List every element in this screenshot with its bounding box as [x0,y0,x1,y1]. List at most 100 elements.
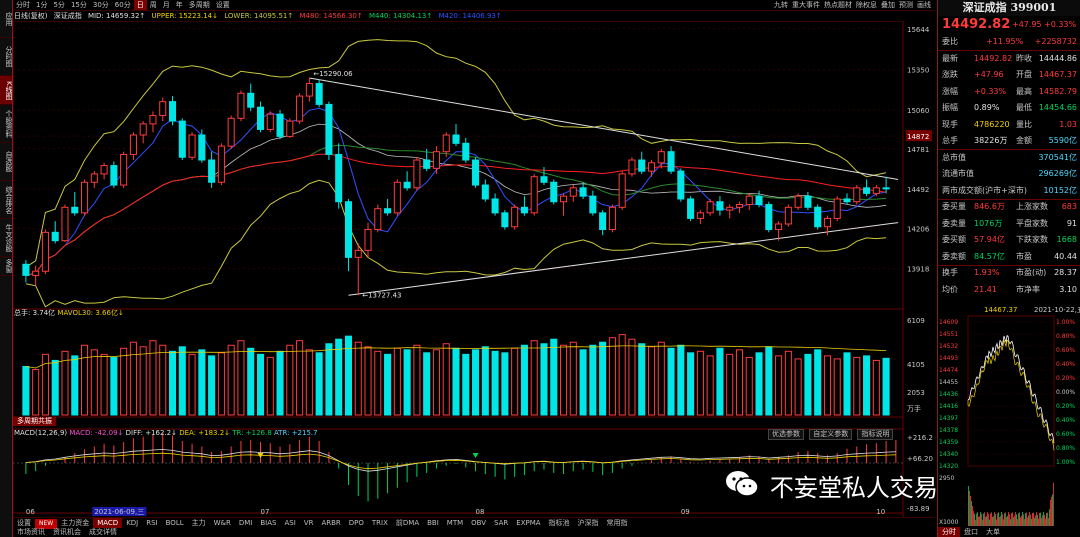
volume-bar [247,347,255,416]
mini-volume-bar [970,496,971,526]
volume-panel-label: 总手: 3.74亿 MAVOL30: 3.66亿↓ [14,309,124,318]
mini-left-axis-label: 14416 [939,403,958,410]
mini-volume-bar [1009,514,1010,526]
mini-volume-bar [1027,517,1028,526]
price-axis-label: 14492 [907,186,929,194]
volume-axis-label: 4105 [907,361,925,369]
candle-body [872,187,880,194]
mini-volume-bar [980,512,981,526]
toolbar-button-2[interactable]: 重大事件 [790,0,822,10]
candle-body [530,176,538,214]
candle-body [22,263,30,276]
toolbar-button-5[interactable]: 叠加 [879,0,897,10]
mini-left-axis-label: 14493 [939,355,958,362]
left-tab-7[interactable]: 牛叉诊股 [0,219,12,257]
indicator-help-button[interactable]: 指标说明 [857,429,894,440]
volume-bar [276,350,284,416]
volume-bar [745,356,753,416]
left-tab-3[interactable]: K线图 [0,76,12,105]
left-tab-8[interactable]: 多窗 [0,257,12,276]
info-tab-2[interactable]: 资讯机会 [49,527,85,537]
mini-volume-bar [1048,517,1049,526]
period-tab-7[interactable]: 日 [133,0,147,10]
mini-volume-bar [969,491,970,526]
mini-volume-bar [1052,494,1053,526]
period-tab-4[interactable]: 15分 [68,0,90,10]
quote-cell: 1076万 [974,218,1003,228]
left-tab-6[interactable]: 综合排名 [0,181,12,219]
quote-cell: 平盘家数 [1016,218,1048,228]
left-tab-1[interactable]: 应用 [0,0,12,38]
kline-type-label[interactable]: 日线(复权) [14,12,47,20]
mini-volume-bar [994,512,995,526]
volume-bar [647,346,656,416]
optimized-params-button[interactable]: 优选参数 [768,429,804,440]
candle-body [100,165,108,175]
volume-bar [286,344,294,416]
period-tab-11[interactable]: 多周期 [186,0,213,10]
left-tab-2[interactable]: 分时图 [0,38,12,76]
mini-tab-2[interactable]: 盘口 [960,527,982,537]
mini-volume-bar [976,513,977,526]
mini-volume-bar [1029,512,1030,526]
info-tab-3[interactable]: 成交详情 [85,527,121,537]
toolbar-button-7[interactable]: 画线 [915,0,933,10]
period-tab-5[interactable]: 30分 [90,0,112,10]
volume-bar [638,343,646,416]
toolbar-button-6[interactable]: 预测 [897,0,915,10]
candle-body [589,195,597,214]
period-tab-3[interactable]: 5分 [50,0,67,10]
mini-chart-tabs: 分时 盘口 大单 [938,527,1080,537]
period-tab-6[interactable]: 60分 [112,0,134,10]
kline-chart-area[interactable]: ←15290.06 ←13727.43 15644 15350 15060 14872 1… [13,21,935,517]
candle-body [227,117,235,147]
custom-params-button[interactable]: 自定义参数 [809,429,853,440]
security-title: 深证成指 399001 [938,0,1080,16]
multi-period-resonance-button[interactable]: 多周期共振 [13,417,56,426]
quote-cell: 现手 [942,119,958,129]
mini-tab-3[interactable]: 大单 [982,527,1004,537]
period-tab-1[interactable]: 分时 [13,0,33,10]
candle-body [716,201,724,211]
quote-cell: 换手 [942,268,958,277]
mini-tab-1[interactable]: 分时 [938,527,960,537]
quote-cell: 14492.82 [974,53,1013,63]
volume-axis-label: 万手 [907,404,921,413]
candle-body [61,206,69,242]
quote-cell: 4786220 [974,119,1010,129]
volume-bar [726,353,734,416]
candle-body [775,223,783,231]
macd-tr-value: TR: +126.8 [232,429,272,437]
volume-bar [706,355,714,416]
left-tab-4[interactable]: 个股资料 [0,105,12,143]
volume-bar [51,359,59,416]
volume-bar [178,346,186,416]
info-tab-1[interactable]: 市场资讯 [13,527,49,537]
mini-volume-bar [1005,512,1006,526]
mini-volume-bar [986,516,987,526]
period-tab-12[interactable]: 设置 [213,0,233,10]
high-annotation: ←15290.06 [313,70,353,78]
mini-volume-bar [1037,514,1038,526]
period-tab-2[interactable]: 1分 [33,0,50,10]
candle-body [178,120,186,158]
quote-cell: 两市成交额(沪市+深市) [942,185,1027,195]
period-tab-10[interactable]: 年 [173,0,186,10]
quote-cell: +2258732 [1034,37,1077,46]
candle-body [393,181,401,214]
mini-right-axis-label: 0.60% [1056,431,1075,438]
toolbar-button-1[interactable]: 九转 [772,0,790,10]
period-tab-9[interactable]: 月 [160,0,173,10]
candle-body [120,153,128,186]
period-tab-8[interactable]: 周 [147,0,160,10]
date-axis-label: 08 [476,508,485,516]
left-tab-5[interactable]: 自选股 [0,143,12,181]
mini-volume-bar [1013,517,1014,526]
toolbar-button-3[interactable]: 热点题材 [822,0,854,10]
ma420-value: M420: 14406.93↑ [438,12,502,20]
toolbar-button-4[interactable]: 除权息 [854,0,879,10]
intraday-mini-svg[interactable]: 14467.37 2021-10-22,五 14609 14551 14532 14493… [938,304,1080,527]
macd-diff-value: DIFF: +162.2↓ [125,429,177,437]
candle-body [608,206,616,231]
intraday-mini-chart[interactable]: 14467.37 2021-10-22,五 14609 14551 14532 14493… [938,304,1080,527]
